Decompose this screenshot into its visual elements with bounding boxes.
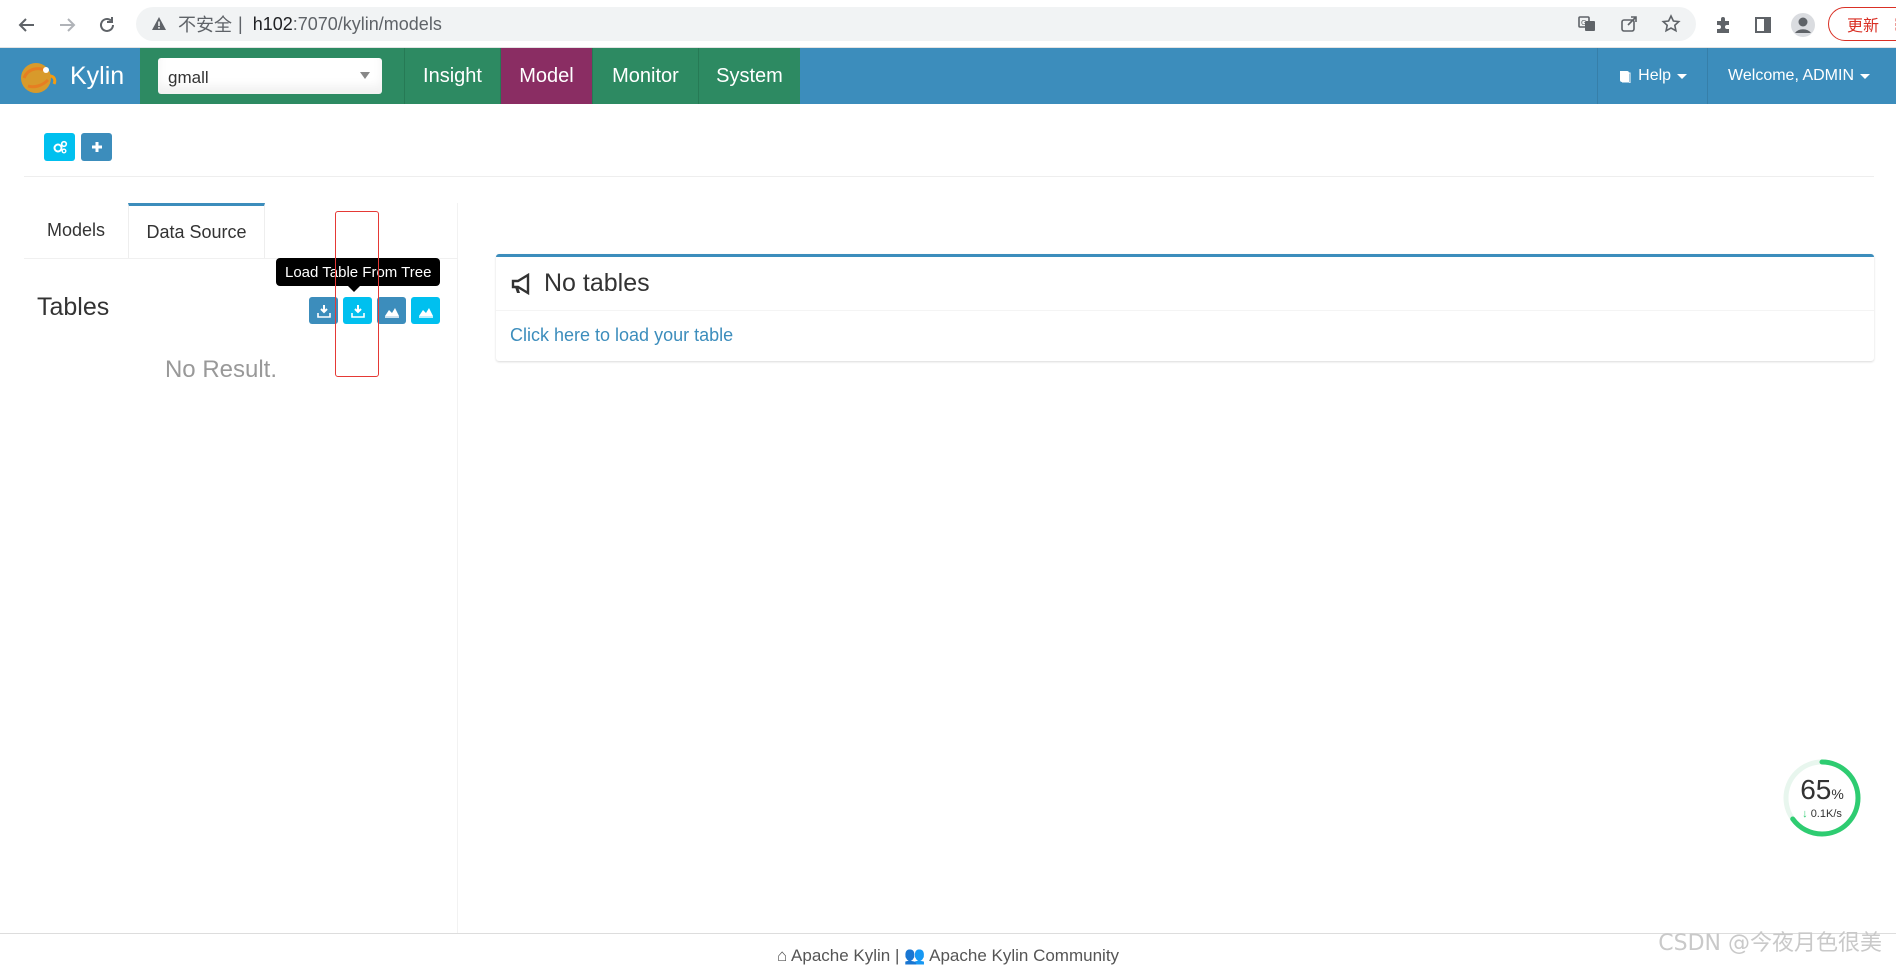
kylin-logo-icon [21,63,57,93]
more-menu-icon[interactable]: ⋮ [1889,15,1896,34]
box-header: No tables [496,257,1874,311]
chevron-down-icon [360,72,370,79]
watermark: CSDN @今夜月色很美 [1658,931,1882,956]
reload-icon[interactable] [92,10,122,40]
main-nav: Insight Model Monitor System [404,48,800,104]
footer-divider [0,933,1896,934]
load-table-button[interactable] [309,297,338,324]
gears-icon [53,140,67,154]
forward-icon[interactable] [52,10,82,40]
home-icon: ⌂ [776,946,788,965]
speed-percent-sign: % [1831,786,1844,802]
add-streaming-table-button[interactable] [377,297,406,324]
footer-separator: | [895,946,900,965]
book-icon [1620,71,1631,83]
box-title: No tables [544,269,650,297]
chevron-down-icon [1860,73,1870,79]
svg-text:G: G [1581,19,1586,27]
highlight-box [335,211,379,377]
project-select[interactable]: gmall [158,58,382,94]
help-menu[interactable]: Help [1597,48,1707,104]
project-select-value: gmall [168,68,209,87]
add-kafka-table-button[interactable] [411,297,440,324]
translate-icon[interactable]: G [1574,11,1600,37]
tab-data-source[interactable]: Data Source [128,203,265,258]
footer-link-kylin[interactable]: Apache Kylin [791,946,890,965]
plus-icon [91,142,102,152]
speed-percent-value: 65 [1800,774,1832,805]
kylin-navbar: Kylin gmall Insight Model Monitor System… [0,48,1896,104]
divider [24,176,1874,177]
welcome-label: Welcome, ADMIN [1728,67,1854,84]
speed-rate-value: 0.1K/s [1810,808,1842,820]
brand-name: Kylin [70,61,125,90]
url-separator: | [238,13,243,34]
bookmark-star-icon[interactable] [1658,11,1684,37]
url-host: h102 [252,13,293,34]
arrow-down-icon: ↓ [1802,808,1808,820]
nav-insight[interactable]: Insight [404,48,500,104]
project-selector-wrap: gmall [140,48,404,104]
left-panel: Models Data Source Tables No Result. [24,203,458,933]
box-body: Click here to load your table [496,311,1874,360]
update-button[interactable]: 更新 ⋮ [1828,7,1896,41]
area-chart-icon [418,307,433,318]
tables-title: Tables [37,293,110,321]
nav-model[interactable]: Model [500,48,592,104]
bullhorn-icon [511,272,530,295]
add-model-button[interactable] [81,133,112,161]
back-icon[interactable] [12,10,42,40]
settings-button[interactable] [44,133,75,161]
url-path: :7070/kylin/models [292,13,442,34]
warning-icon [150,15,168,33]
tab-models[interactable]: Models [24,203,128,258]
nav-right: Help Welcome, ADMIN [1597,48,1896,104]
download-icon [316,304,331,318]
brand[interactable]: Kylin [0,48,140,104]
nav-system[interactable]: System [698,48,800,104]
side-panel-icon[interactable] [1748,10,1778,40]
insecure-label: 不安全 [178,15,232,36]
tables-box: No tables Click here to load your table [496,254,1874,361]
speed-rate: ↓ 0.1K/s [1782,808,1862,820]
network-speed-widget[interactable]: 65% ↓ 0.1K/s [1782,758,1862,838]
speed-percent: 65% [1782,774,1862,806]
share-icon[interactable] [1616,11,1642,37]
user-menu[interactable]: Welcome, ADMIN [1707,48,1896,104]
update-label: 更新 [1847,16,1880,35]
browser-toolbar: 不安全 | h102 :7070/kylin/models G 更新 ⋮ [0,0,1896,48]
profile-avatar-icon[interactable] [1788,10,1818,40]
area-chart-icon [384,307,399,318]
footer: ⌂ Apache Kylin | 👥 Apache Kylin Communit… [0,946,1896,966]
users-icon: 👥 [904,946,926,965]
nav-monitor[interactable]: Monitor [592,48,698,104]
extensions-icon[interactable] [1708,10,1738,40]
address-bar[interactable]: 不安全 | h102 :7070/kylin/models G [136,7,1696,41]
help-label: Help [1638,67,1672,84]
model-toolbar [44,133,112,161]
load-table-link[interactable]: Click here to load your table [510,325,733,345]
footer-link-community[interactable]: Apache Kylin Community [929,946,1119,965]
chevron-down-icon [1677,73,1688,79]
